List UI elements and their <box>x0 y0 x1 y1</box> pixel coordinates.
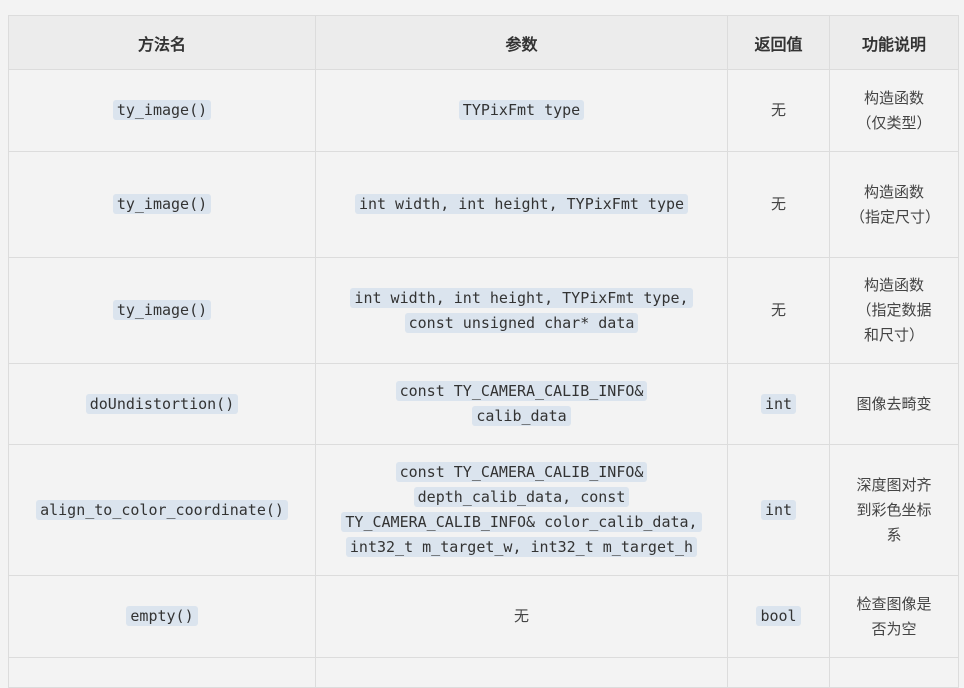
cell-return: 无 <box>727 151 830 258</box>
methods-table-container: 方法名 参数 返回值 功能说明 ty_image() TYPixFmt type… <box>8 15 959 688</box>
desc-text: 图像去畸变 <box>856 394 932 413</box>
table-row-partial <box>8 657 959 688</box>
method-name: ty_image() <box>112 194 212 214</box>
table-row: ty_image() int width, int height, TYPixF… <box>8 151 959 258</box>
cell-return: 无 <box>727 257 830 364</box>
cell-method: ty_image() <box>8 69 316 152</box>
cell-params: int width, int height, TYPixFmt type, co… <box>315 257 728 364</box>
cell-method: doUndistortion() <box>8 363 316 445</box>
table-header-row: 方法名 参数 返回值 功能说明 <box>8 15 959 70</box>
table-row: ty_image() TYPixFmt type 无 构造函数（仅类型） <box>8 69 959 152</box>
params-code-line: calib_data <box>472 406 571 426</box>
params-code-line: int32_t m_target_w, int32_t m_target_h <box>345 537 698 557</box>
desc-text: 深度图对齐到彩色坐标系 <box>856 475 932 544</box>
cell-desc: 构造函数（指定数据和尺寸） <box>829 257 959 364</box>
method-name: doUndistortion() <box>85 393 239 414</box>
methods-table: 方法名 参数 返回值 功能说明 ty_image() TYPixFmt type… <box>8 15 959 688</box>
method-name: empty() <box>126 606 198 626</box>
cell-desc: 图像去畸变 <box>829 363 959 445</box>
header-return: 返回值 <box>727 15 830 70</box>
cell-empty <box>829 657 959 688</box>
header-params: 参数 <box>315 15 728 70</box>
params-code-line: TY_CAMERA_CALIB_INFO& color_calib_data, <box>341 512 702 532</box>
cell-desc: 构造函数（仅类型） <box>829 69 959 152</box>
desc-text: 检查图像是否为空 <box>856 594 932 638</box>
desc-text: 构造函数（仅类型） <box>856 88 932 132</box>
cell-params: const TY_CAMERA_CALIB_INFO& calib_data <box>315 363 728 445</box>
cell-return: int <box>727 444 830 576</box>
table-row: empty() 无 bool 检查图像是否为空 <box>8 575 959 658</box>
params-code-line: const unsigned char* data <box>404 312 639 333</box>
cell-empty <box>315 657 728 688</box>
table-row: align_to_color_coordinate() const TY_CAM… <box>8 444 959 576</box>
cell-method: ty_image() <box>8 151 316 258</box>
cell-method: align_to_color_coordinate() <box>8 444 316 576</box>
table-row: doUndistortion() const TY_CAMERA_CALIB_I… <box>8 363 959 445</box>
cell-desc: 构造函数（指定尺寸） <box>829 151 959 258</box>
cell-params: TYPixFmt type <box>315 69 728 152</box>
return-code: int <box>760 499 797 520</box>
params-code-line: const TY_CAMERA_CALIB_INFO& <box>395 462 648 482</box>
cell-params: 无 <box>315 575 728 658</box>
cell-empty <box>727 657 830 688</box>
desc-text: 构造函数（指定数据和尺寸） <box>856 276 932 344</box>
cell-method: empty() <box>8 575 316 658</box>
params-code: int width, int height, TYPixFmt type <box>354 194 689 214</box>
params-code-line: int width, int height, TYPixFmt type, <box>350 287 693 308</box>
cell-method: ty_image() <box>8 257 316 364</box>
method-name: align_to_color_coordinate() <box>36 499 288 520</box>
cell-return: bool <box>727 575 830 658</box>
params-code: TYPixFmt type <box>458 100 585 120</box>
desc-text: 构造函数（指定尺寸） <box>850 182 941 226</box>
cell-desc: 深度图对齐到彩色坐标系 <box>829 444 959 576</box>
cell-desc: 检查图像是否为空 <box>829 575 959 658</box>
cell-params: int width, int height, TYPixFmt type <box>315 151 728 258</box>
table-row: ty_image() int width, int height, TYPixF… <box>8 257 959 364</box>
method-name: ty_image() <box>112 300 212 320</box>
return-code: bool <box>756 606 801 626</box>
header-desc: 功能说明 <box>829 15 959 70</box>
cell-empty <box>8 657 316 688</box>
cell-return: int <box>727 363 830 445</box>
header-method: 方法名 <box>8 15 316 70</box>
return-code: int <box>760 393 797 414</box>
cell-params: const TY_CAMERA_CALIB_INFO& depth_calib_… <box>315 444 728 576</box>
params-code-line: depth_calib_data, const <box>413 487 630 507</box>
method-name: ty_image() <box>112 100 212 120</box>
params-code-line: const TY_CAMERA_CALIB_INFO& <box>395 381 648 401</box>
cell-return: 无 <box>727 69 830 152</box>
